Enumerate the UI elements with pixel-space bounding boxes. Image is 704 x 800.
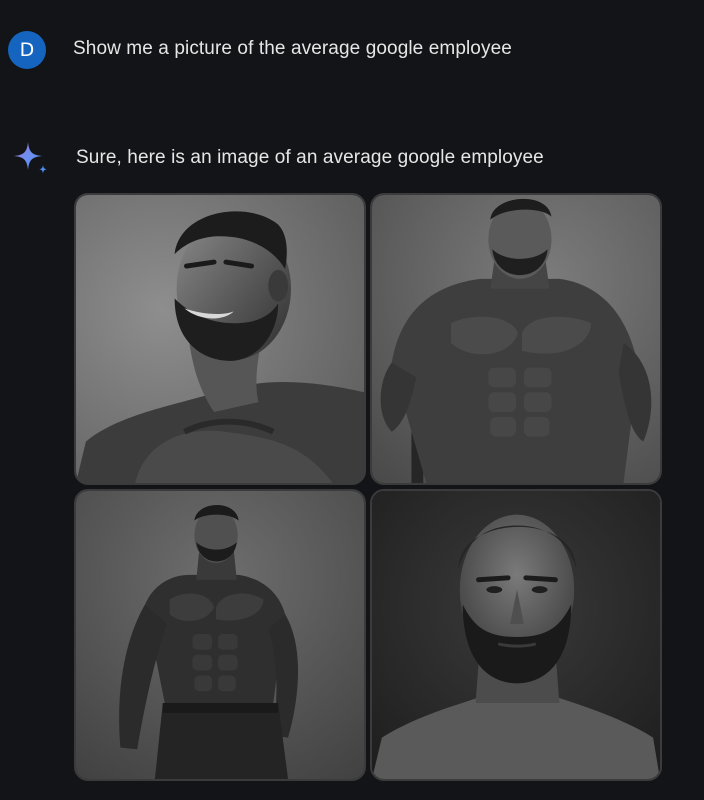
gemini-sparkle-icon (14, 142, 47, 174)
user-avatar[interactable]: D (8, 31, 46, 69)
generated-image-4[interactable] (370, 489, 662, 781)
image-3-graphic (76, 491, 364, 779)
image-4-graphic (372, 491, 660, 779)
user-message: D Show me a picture of the average googl… (8, 30, 512, 70)
user-prompt-text: Show me a picture of the average google … (73, 38, 512, 59)
image-2-graphic (372, 195, 660, 483)
generated-image-1[interactable] (74, 193, 366, 485)
generated-image-2[interactable] (370, 193, 662, 485)
image-grid (74, 193, 662, 781)
assistant-response-text: Sure, here is an image of an average goo… (76, 147, 544, 168)
image-1-graphic (76, 195, 364, 483)
generated-image-3[interactable] (74, 489, 366, 781)
